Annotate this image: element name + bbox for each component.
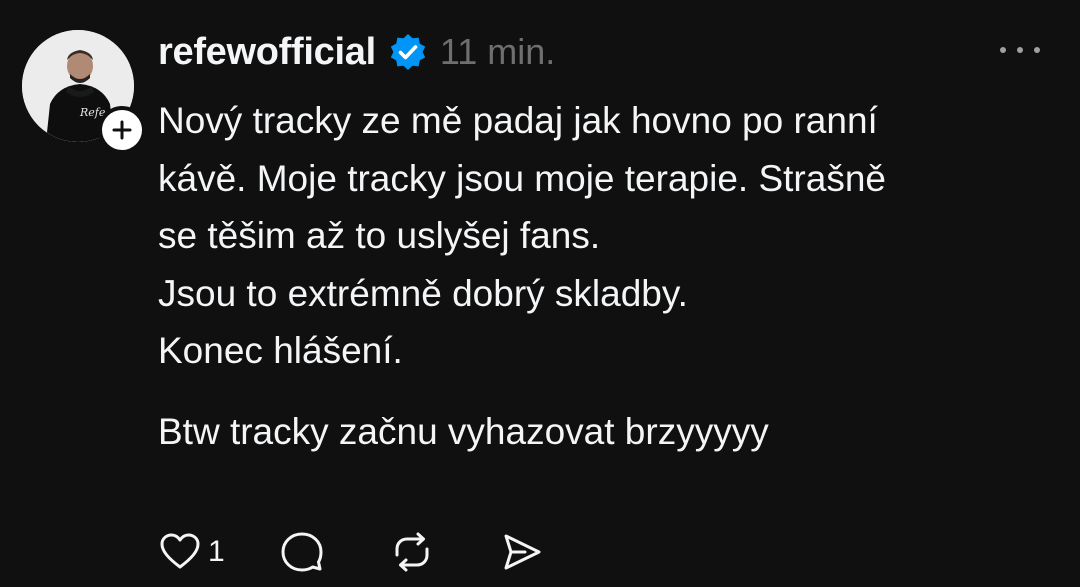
- thread-post: Refe refewofficial 11 min. Nový tracky z…: [0, 0, 1080, 587]
- more-options-button[interactable]: [1000, 38, 1040, 62]
- post-timestamp: 11 min.: [439, 31, 556, 72]
- send-icon: [504, 534, 541, 570]
- follow-button[interactable]: [98, 106, 146, 154]
- post-text-line: kávě. Moje tracky jsou moje terapie. Str…: [158, 157, 886, 199]
- post-text-line: Jsou to extrémně dobrý skladby.: [158, 272, 688, 314]
- more-dot: [1034, 47, 1040, 53]
- like-count: 1: [208, 535, 225, 568]
- post-actions: 1: [158, 528, 545, 576]
- more-dot: [1017, 47, 1023, 53]
- post-text-line: se těšim až to uslyšej fans.: [158, 215, 601, 256]
- post-text-line: Nový tracky ze mě padaj jak hovno po ran…: [158, 100, 878, 141]
- comment-icon: [281, 532, 323, 572]
- repost-button[interactable]: [389, 529, 435, 575]
- verified-badge-icon: [388, 32, 428, 72]
- repost-icon: [395, 532, 429, 572]
- heart-icon: [160, 533, 200, 569]
- post-text: Nový tracky ze mě padaj jak hovno po ran…: [158, 92, 1058, 460]
- post-header: refewofficial 11 min.: [158, 26, 555, 78]
- plus-icon: [112, 120, 132, 140]
- post-text-line: Konec hlášení.: [158, 330, 403, 371]
- like-button[interactable]: 1: [158, 530, 225, 574]
- more-dot: [1000, 47, 1006, 53]
- post-text-line: Btw tracky začnu vyhazovat brzyyyyy: [158, 410, 769, 452]
- share-button[interactable]: [499, 529, 545, 575]
- avatar-container: Refe: [22, 30, 146, 154]
- comment-button[interactable]: [279, 529, 325, 575]
- username[interactable]: refewofficial: [158, 31, 376, 74]
- follow-badge-inner: [102, 110, 142, 150]
